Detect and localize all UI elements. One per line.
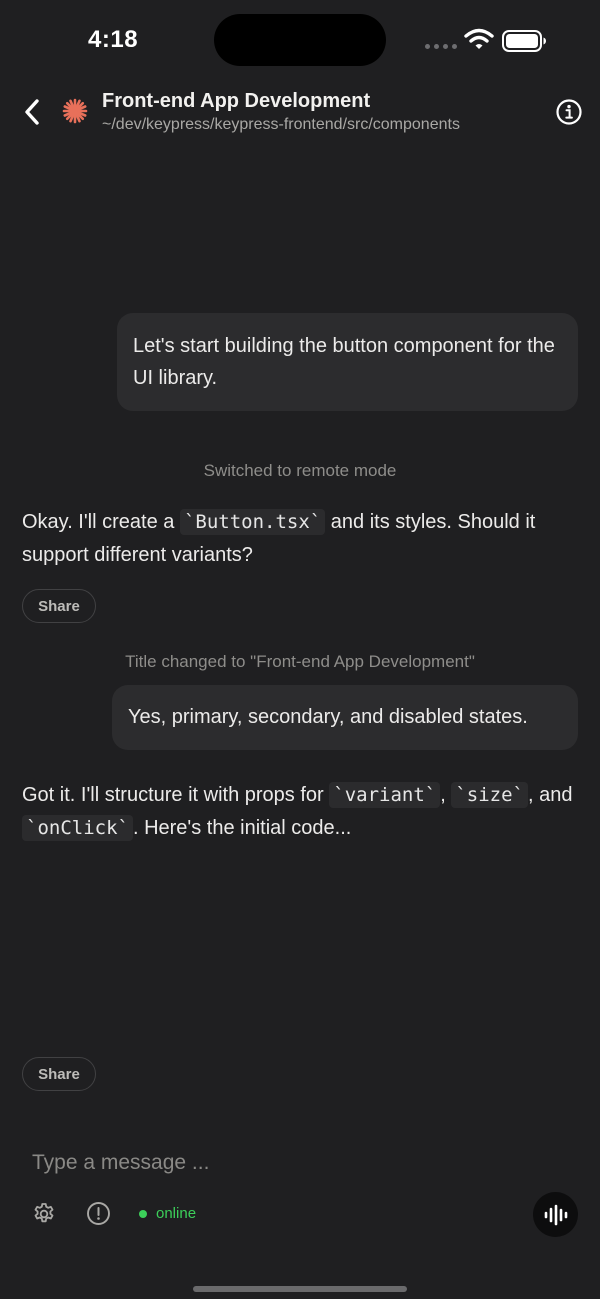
connection-status-label: online xyxy=(156,1205,197,1222)
share-button[interactable]: Share xyxy=(22,1057,96,1091)
conversation-title: Front-end App Development xyxy=(102,90,371,112)
status-bar: 4:18 xyxy=(0,0,600,80)
user-message-text: Let's start building the button componen… xyxy=(133,335,555,389)
waveform-icon xyxy=(544,1204,567,1225)
online-dot-icon xyxy=(139,1209,147,1218)
back-button[interactable] xyxy=(14,90,50,134)
inline-code: `Button.tsx` xyxy=(179,509,326,535)
chevron-left-icon xyxy=(25,99,39,125)
inline-code: `variant` xyxy=(329,782,441,808)
cellular-signal-icon xyxy=(425,44,457,49)
info-icon[interactable] xyxy=(555,98,583,126)
alert-circle-icon[interactable] xyxy=(86,1201,111,1226)
gear-icon[interactable] xyxy=(32,1202,56,1226)
inline-code: `onClick` xyxy=(22,815,133,841)
user-message: Yes, primary, secondary, and disabled st… xyxy=(112,685,578,750)
assistant-message: Okay. I'll create a `Button.tsx` and its… xyxy=(22,506,582,572)
status-time: 4:18 xyxy=(88,26,139,53)
assistant-text: , xyxy=(440,784,452,806)
user-message-text: Yes, primary, secondary, and disabled st… xyxy=(128,706,528,728)
share-button[interactable]: Share xyxy=(22,589,96,623)
connection-status: online xyxy=(139,1205,196,1222)
system-note: Title changed to "Front-end App Developm… xyxy=(125,652,475,671)
system-note: Switched to remote mode xyxy=(203,461,397,480)
dynamic-island xyxy=(214,14,386,66)
assistant-text: , and xyxy=(527,784,573,806)
wifi-icon xyxy=(464,28,494,49)
inline-code: `size` xyxy=(451,782,528,808)
claude-logo-icon xyxy=(62,98,88,124)
message-input[interactable] xyxy=(32,1146,552,1180)
project-path: ~/dev/keypress/keypress-frontend/src/com… xyxy=(102,116,460,133)
assistant-text: Okay. I'll create a xyxy=(22,511,180,533)
battery-icon xyxy=(502,30,546,52)
chat-screen: 4:18 Front-end App Development ~/dev/key… xyxy=(0,0,600,1299)
voice-input-button[interactable] xyxy=(533,1192,578,1237)
message-composer: online xyxy=(0,1130,600,1260)
conversation-header: Front-end App Development ~/dev/keypress… xyxy=(0,86,600,142)
assistant-message: Got it. I'll structure it with props for… xyxy=(22,779,582,845)
assistant-text: Got it. I'll structure it with props for xyxy=(22,784,330,806)
assistant-text: . Here's the initial code... xyxy=(132,817,352,839)
user-message: Let's start building the button componen… xyxy=(117,313,578,411)
home-indicator xyxy=(193,1286,407,1292)
